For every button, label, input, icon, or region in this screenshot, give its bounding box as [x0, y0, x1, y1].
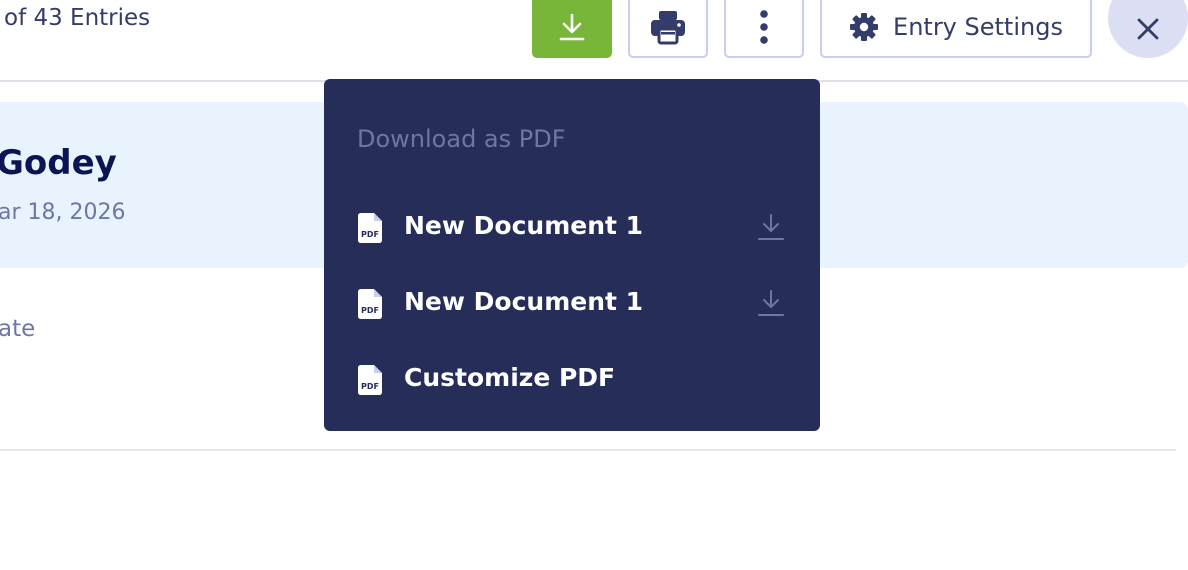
pdf-file-icon: PDF — [358, 213, 382, 243]
content-divider — [0, 449, 1176, 451]
print-button[interactable] — [628, 0, 708, 58]
close-icon — [1137, 18, 1159, 40]
entry-settings-label: Entry Settings — [893, 13, 1063, 41]
more-options-button[interactable] — [724, 0, 804, 58]
svg-text:PDF: PDF — [361, 230, 379, 239]
more-vertical-icon — [760, 10, 768, 44]
pdf-file-icon: PDF — [358, 289, 382, 319]
gear-icon — [850, 13, 879, 41]
menu-item-label: New Document 1 — [404, 287, 644, 316]
menu-item-new-document[interactable]: PDF New Document 1 — [324, 273, 820, 333]
submitter-name: Godey — [0, 143, 117, 183]
menu-item-label: New Document 1 — [404, 211, 644, 240]
download-button[interactable] — [532, 0, 612, 58]
entry-view: of 43 Entries Entry Settings Godey ar 18… — [0, 0, 1188, 570]
svg-text:PDF: PDF — [361, 382, 379, 391]
download-pdf-menu: Download as PDF PDF New Document 1 PDF N… — [324, 79, 820, 431]
download-icon[interactable] — [758, 213, 784, 241]
menu-item-new-document[interactable]: PDF New Document 1 — [324, 197, 820, 257]
entry-settings-button[interactable]: Entry Settings — [820, 0, 1092, 58]
close-button[interactable] — [1108, 0, 1188, 58]
menu-heading: Download as PDF — [357, 125, 566, 153]
menu-item-customize-pdf[interactable]: PDF Customize PDF — [324, 349, 820, 409]
pdf-file-icon: PDF — [358, 365, 382, 395]
entry-count: of 43 Entries — [4, 5, 151, 31]
svg-text:PDF: PDF — [361, 306, 379, 315]
print-icon — [651, 11, 685, 45]
menu-item-label: Customize PDF — [404, 363, 616, 392]
download-icon — [559, 13, 585, 41]
field-label: ate — [0, 316, 36, 342]
submission-date: ar 18, 2026 — [0, 200, 126, 225]
download-icon[interactable] — [758, 289, 784, 317]
